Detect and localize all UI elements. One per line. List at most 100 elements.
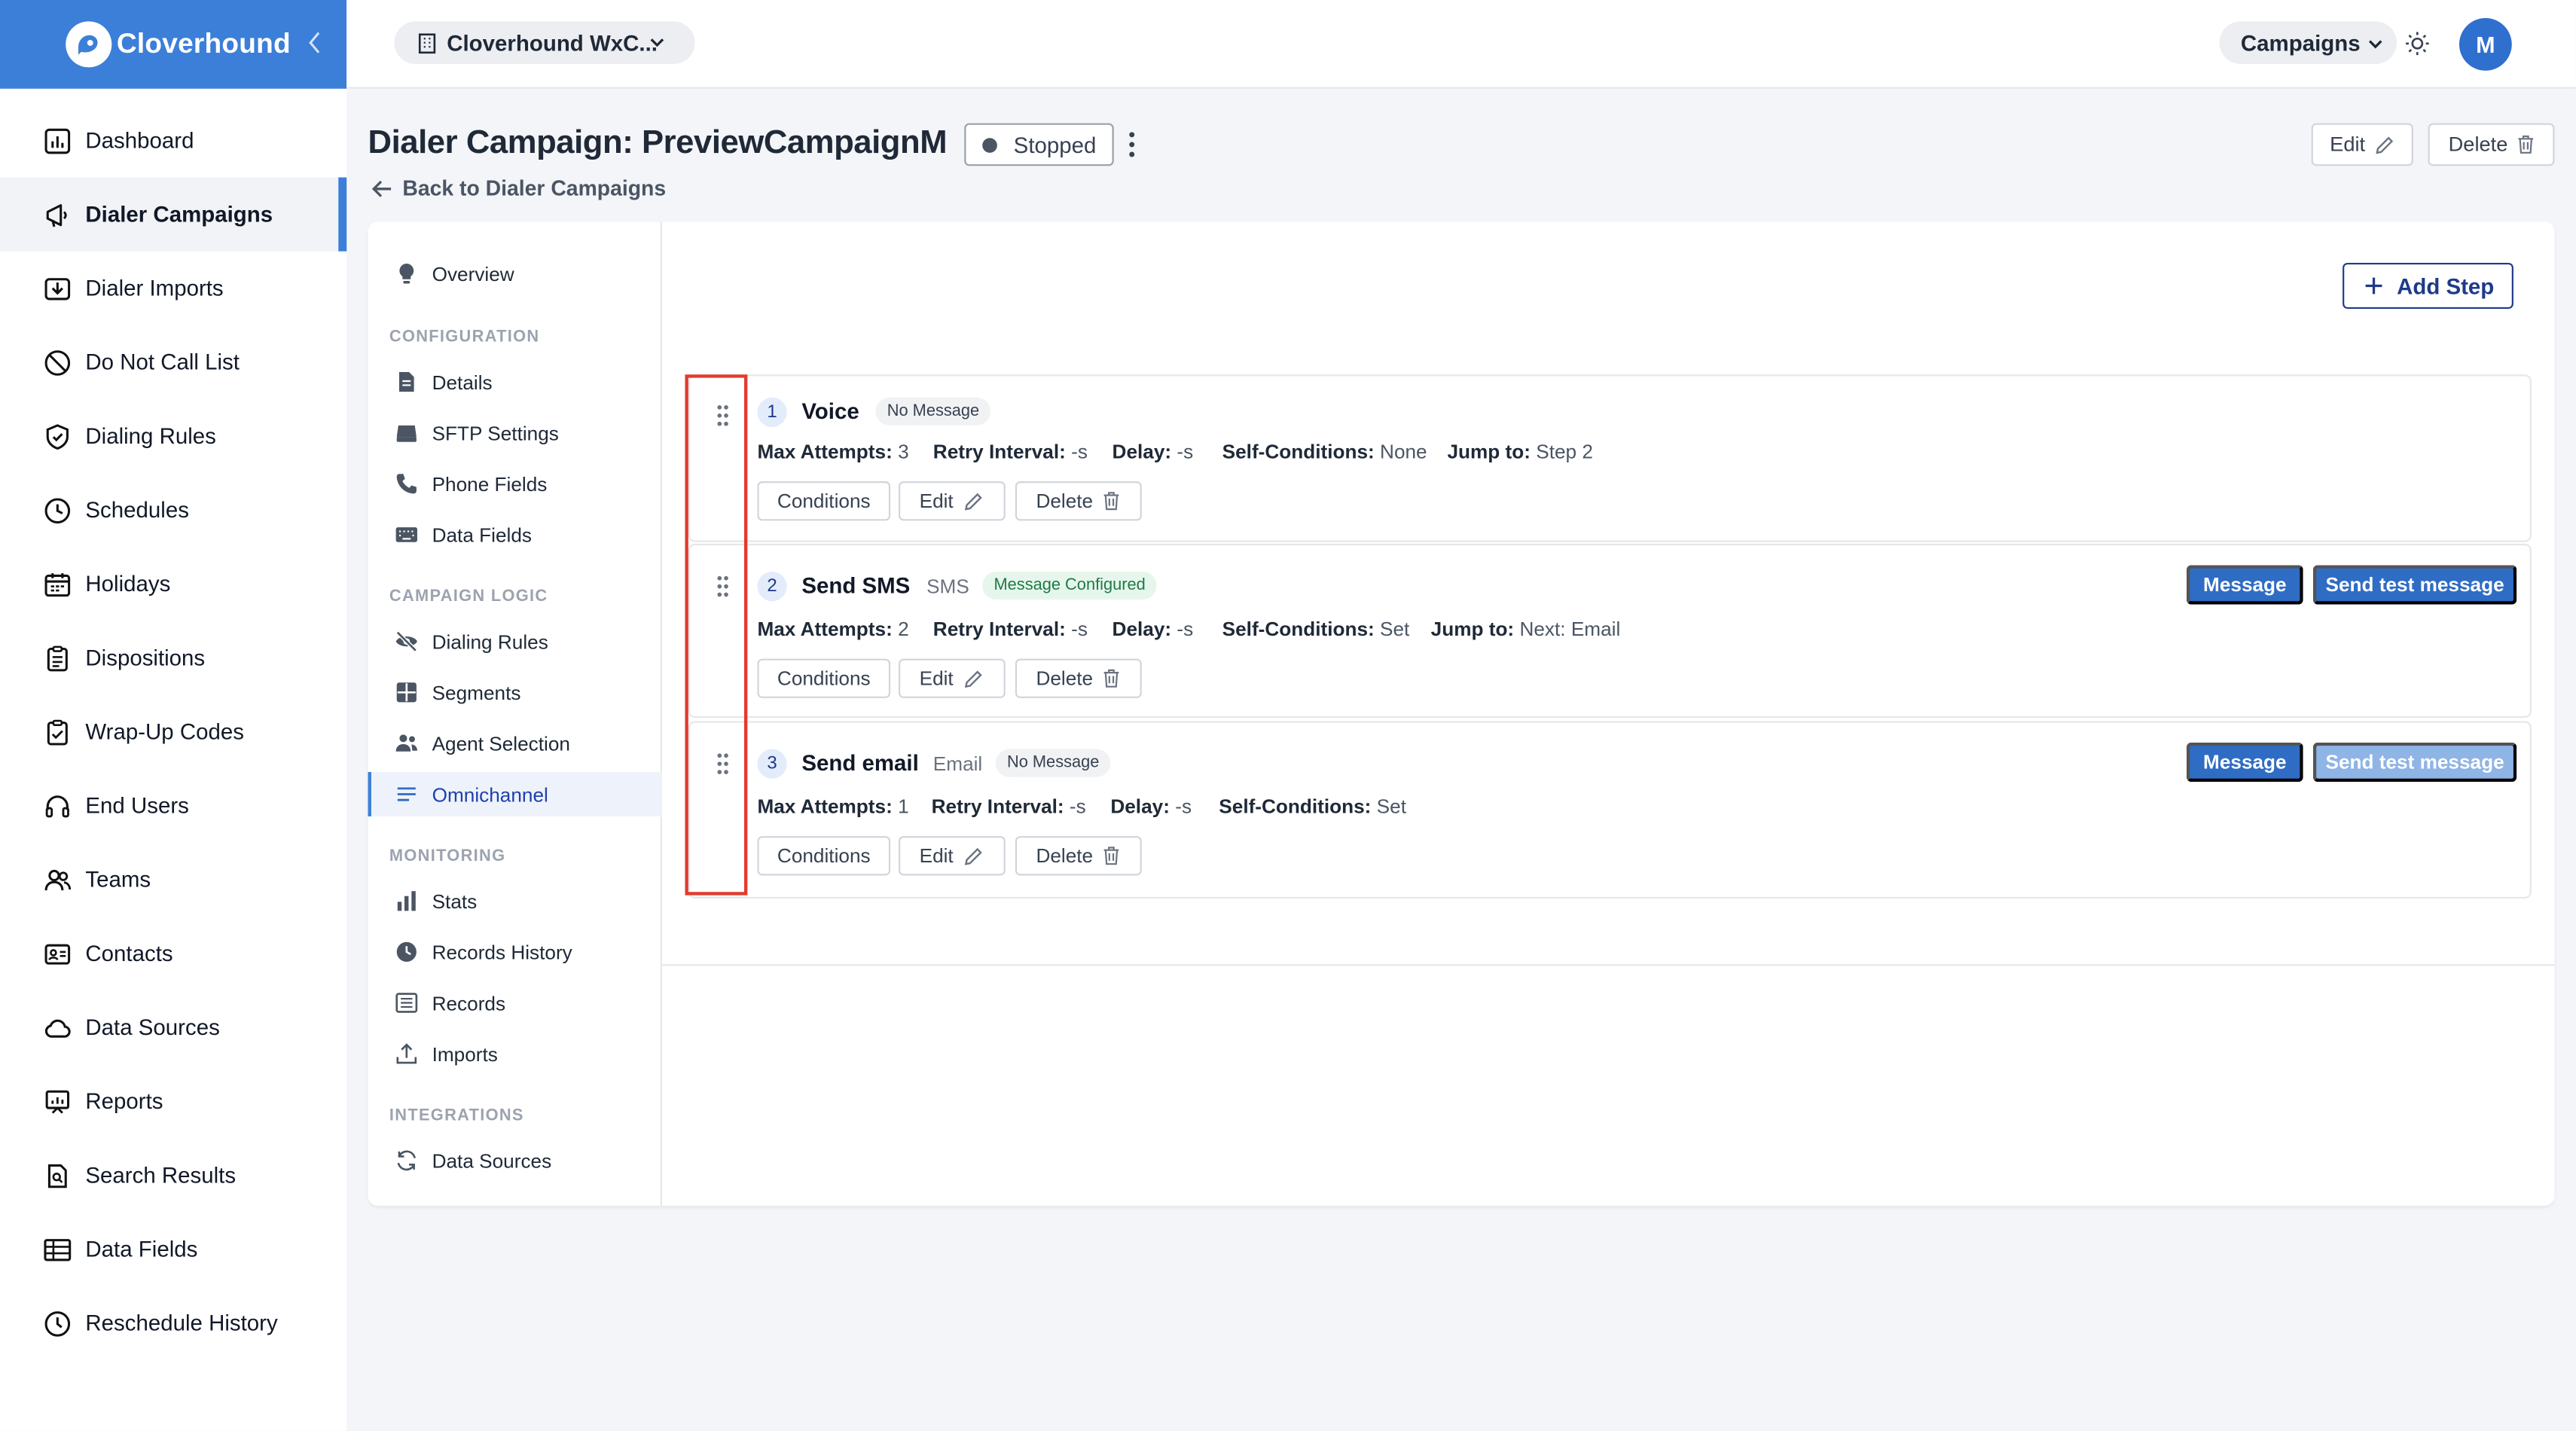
subnav-item-data-fields[interactable]: Data Fields bbox=[368, 512, 662, 557]
step-number: 2 bbox=[757, 571, 787, 602]
trash-icon bbox=[1104, 847, 1120, 865]
status-badge: Stopped bbox=[964, 123, 1114, 166]
sidebar-item-reschedule-history[interactable]: Reschedule History bbox=[0, 1286, 346, 1360]
subnav-item-phone-fields[interactable]: Phone Fields bbox=[368, 462, 662, 506]
module-selector[interactable]: Campaigns bbox=[2219, 21, 2397, 65]
send-test-message-button[interactable]: Send test message bbox=[2312, 742, 2517, 783]
retry-interval-label: Retry Interval: bbox=[932, 440, 1066, 464]
sidebar-item-dispositions[interactable]: Dispositions bbox=[0, 621, 346, 694]
delete-campaign-button[interactable]: Delete bbox=[2428, 123, 2555, 166]
megaphone-icon bbox=[43, 200, 72, 229]
sidebar-item-wrap-up-codes[interactable]: Wrap-Up Codes bbox=[0, 695, 346, 769]
cloverhound-logo-icon[interactable] bbox=[66, 21, 112, 68]
sidebar-item-label: Holidays bbox=[85, 571, 171, 597]
theme-toggle-sun-icon[interactable] bbox=[2404, 29, 2431, 57]
subnav-item-sftp-settings[interactable]: SFTP Settings bbox=[368, 410, 662, 455]
step-channel: Email bbox=[932, 752, 983, 776]
subnav-label: Omnichannel bbox=[432, 783, 548, 806]
pencil-icon bbox=[965, 847, 983, 865]
clipboard-icon bbox=[43, 643, 72, 673]
drag-handles-highlight bbox=[685, 374, 748, 896]
retry-interval-label: Retry Interval: bbox=[932, 618, 1066, 641]
shield-icon bbox=[43, 421, 72, 450]
edit-step-button[interactable]: Edit bbox=[899, 481, 1006, 521]
max-attempts-label: Max Attempts: bbox=[757, 618, 893, 641]
jump-to-value: Step 2 bbox=[1536, 440, 1593, 464]
conditions-button[interactable]: Conditions bbox=[757, 658, 891, 698]
sidebar-item-do-not-call-list[interactable]: Do Not Call List bbox=[0, 325, 346, 399]
send-test-label: Send test message bbox=[2325, 573, 2504, 597]
sidebar-item-search-results[interactable]: Search Results bbox=[0, 1138, 346, 1212]
subnav-label: Data Fields bbox=[432, 523, 532, 547]
omnichannel-steps-area: Add Step 1 Voice No Message Max Attempts… bbox=[661, 221, 2555, 966]
delete-step-button[interactable]: Delete bbox=[1015, 836, 1142, 876]
sidebar-item-reports[interactable]: Reports bbox=[0, 1064, 346, 1138]
jump-to-label: Jump to: bbox=[1430, 618, 1515, 641]
sidebar-item-end-users[interactable]: End Users bbox=[0, 769, 346, 843]
add-step-label: Add Step bbox=[2397, 273, 2495, 298]
sidebar-item-label: Data Sources bbox=[85, 1015, 220, 1040]
collapse-sidebar-icon[interactable] bbox=[304, 28, 327, 57]
sidebar-item-data-fields[interactable]: Data Fields bbox=[0, 1213, 346, 1286]
step-card: 3 Send email Email No Message Message Se… bbox=[688, 721, 2532, 899]
send-test-message-button[interactable]: Send test message bbox=[2312, 565, 2517, 605]
delete-step-label: Delete bbox=[1036, 489, 1094, 513]
subnav-item-integration-data-sources[interactable]: Data Sources bbox=[368, 1138, 662, 1182]
sidebar: Cloverhound Dashboard Dialer Campaigns D… bbox=[0, 0, 347, 1431]
subnav-item-records[interactable]: Records bbox=[368, 981, 662, 1025]
message-status-badge: No Message bbox=[875, 397, 991, 426]
edit-step-button[interactable]: Edit bbox=[899, 836, 1006, 876]
sidebar-item-data-sources[interactable]: Data Sources bbox=[0, 990, 346, 1064]
retry-interval-label: Retry Interval: bbox=[931, 795, 1064, 819]
delay-label: Delay: bbox=[1112, 440, 1172, 464]
subnav-item-imports[interactable]: Imports bbox=[368, 1032, 662, 1076]
status-dot-icon bbox=[982, 137, 997, 152]
delete-step-button[interactable]: Delete bbox=[1015, 658, 1142, 698]
message-button[interactable]: Message bbox=[2186, 742, 2303, 783]
sidebar-item-holidays[interactable]: Holidays bbox=[0, 547, 346, 621]
user-avatar[interactable]: M bbox=[2458, 17, 2512, 71]
subnav-item-omnichannel[interactable]: Omnichannel bbox=[368, 772, 662, 816]
message-status-badge: Message Configured bbox=[982, 571, 1158, 600]
subnav-item-records-history[interactable]: Records History bbox=[368, 929, 662, 974]
sidebar-item-dialer-campaigns[interactable]: Dialer Campaigns bbox=[0, 177, 347, 252]
sidebar-item-dialing-rules[interactable]: Dialing Rules bbox=[0, 399, 346, 473]
conditions-button[interactable]: Conditions bbox=[757, 836, 891, 876]
subnav-item-details[interactable]: Details bbox=[368, 360, 662, 404]
conditions-button[interactable]: Conditions bbox=[757, 481, 891, 521]
sidebar-item-schedules[interactable]: Schedules bbox=[0, 473, 346, 547]
section-heading-integrations: INTEGRATIONS bbox=[389, 1106, 524, 1125]
section-heading-campaign-logic: CAMPAIGN LOGIC bbox=[389, 587, 548, 606]
delete-step-button[interactable]: Delete bbox=[1015, 481, 1142, 521]
message-label: Message bbox=[2203, 750, 2287, 774]
org-selector[interactable]: Cloverhound WxC... bbox=[394, 21, 695, 65]
contact-card-icon bbox=[43, 938, 72, 968]
trash-icon bbox=[2517, 135, 2533, 154]
lightbulb-icon bbox=[394, 261, 419, 286]
subnav-item-overview[interactable]: Overview bbox=[368, 252, 662, 296]
upload-icon bbox=[394, 1042, 419, 1066]
edit-campaign-button[interactable]: Edit bbox=[2311, 123, 2413, 166]
subnav-item-segments[interactable]: Segments bbox=[368, 670, 662, 715]
back-to-dialer-campaigns-link[interactable]: Back to Dialer Campaigns bbox=[371, 175, 666, 200]
sidebar-item-label: End Users bbox=[85, 793, 189, 819]
message-label: Message bbox=[2203, 573, 2287, 597]
subnav-item-agent-selection[interactable]: Agent Selection bbox=[368, 721, 662, 765]
self-conditions-label: Self-Conditions: bbox=[1222, 618, 1375, 641]
message-button[interactable]: Message bbox=[2186, 565, 2303, 605]
edit-step-button[interactable]: Edit bbox=[899, 658, 1006, 698]
campaign-subnav: Overview CONFIGURATION Details SFTP Sett… bbox=[368, 221, 662, 1206]
max-attempts-label: Max Attempts: bbox=[757, 795, 893, 819]
delay-value: -s bbox=[1175, 795, 1192, 819]
pencil-icon bbox=[965, 492, 983, 510]
search-doc-icon bbox=[43, 1161, 72, 1190]
sidebar-item-dashboard[interactable]: Dashboard bbox=[0, 103, 346, 177]
more-options-icon[interactable] bbox=[1124, 128, 1140, 161]
sidebar-item-teams[interactable]: Teams bbox=[0, 843, 346, 917]
add-step-button[interactable]: Add Step bbox=[2343, 262, 2513, 310]
subnav-item-stats[interactable]: Stats bbox=[368, 879, 662, 923]
sidebar-item-contacts[interactable]: Contacts bbox=[0, 917, 346, 990]
subnav-item-dialing-rules[interactable]: Dialing Rules bbox=[368, 619, 662, 664]
sidebar-item-dialer-imports[interactable]: Dialer Imports bbox=[0, 252, 346, 325]
brand-name[interactable]: Cloverhound bbox=[117, 28, 291, 61]
